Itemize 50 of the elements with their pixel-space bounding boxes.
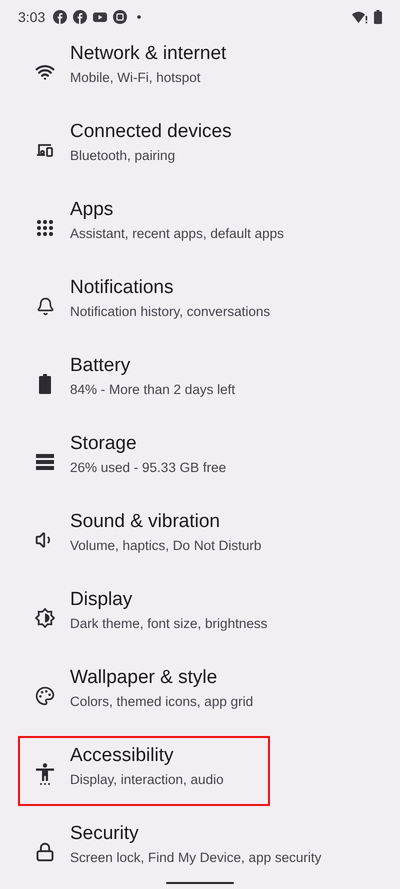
item-title: Wallpaper & style	[70, 666, 218, 690]
grid-icon	[36, 219, 54, 237]
person-icon	[36, 763, 54, 785]
notification-icon	[53, 10, 68, 24]
item-title: Sound & vibration	[70, 510, 221, 534]
storage-icon	[36, 454, 54, 470]
item-title: Apps	[70, 198, 114, 222]
video-icon	[93, 10, 108, 24]
highlighted-settings-item[interactable]: Accessibility Display, interaction, audio	[18, 736, 270, 806]
settings-item[interactable]: Notifications Notification history, conversations	[18, 268, 388, 338]
lock-icon	[35, 842, 55, 862]
item-title: Accessibility	[70, 744, 174, 768]
item-subtitle: Bluetooth, pairing	[70, 147, 176, 165]
item-subtitle: Dark theme, font size, brightness	[70, 615, 268, 633]
settings-item[interactable]: Storage 26% used - 95.33 GB free	[18, 424, 388, 494]
item-title: Notifications	[70, 276, 174, 300]
wifi-icon	[35, 62, 55, 82]
settings-item[interactable]: Sound & vibration Volume, haptics, Do Not Disturb	[18, 502, 388, 572]
item-subtitle: Colors, themed icons, app grid	[70, 693, 254, 711]
item-subtitle: Screen lock, Find My Device, app security	[70, 849, 322, 867]
battery-icon	[39, 374, 51, 394]
status-time: 3:03	[18, 9, 46, 25]
palette-icon	[35, 686, 55, 706]
gesture-handle[interactable]	[166, 882, 234, 884]
battery-icon	[374, 10, 382, 24]
settings-item[interactable]: Battery 84% - More than 2 days left	[18, 346, 388, 416]
item-subtitle: 84% - More than 2 days left	[70, 381, 236, 399]
item-title: Display	[70, 588, 134, 612]
item-subtitle: 26% used - 95.33 GB free	[70, 459, 226, 477]
item-subtitle: Volume, haptics, Do Not Disturb	[70, 537, 262, 555]
item-title: Connected devices	[70, 120, 232, 144]
settings-item[interactable]: Display Dark theme, font size, brightness	[18, 580, 388, 650]
brightness-icon	[35, 608, 55, 628]
item-title: Storage	[70, 432, 138, 456]
notification-icon	[73, 10, 88, 24]
item-subtitle: Display, interaction, audio	[70, 771, 224, 789]
item-title: Security	[70, 822, 140, 846]
item-subtitle: Notification history, conversations	[70, 303, 270, 321]
item-title: Network & internet	[70, 42, 226, 66]
item-subtitle: Mobile, Wi-Fi, hotspot	[70, 69, 202, 87]
wifi-alert-icon	[352, 10, 368, 24]
app-icon	[113, 10, 128, 24]
settings-item[interactable]: Network & internet Mobile, Wi-Fi, hotspot	[18, 34, 388, 104]
bell-icon	[36, 296, 54, 316]
settings-item[interactable]: Apps Assistant, recent apps, default apps	[18, 190, 388, 260]
settings-item[interactable]: Security Screen lock, Find My Device, app security	[18, 814, 388, 884]
item-title: Battery	[70, 354, 132, 378]
item-subtitle: Assistant, recent apps, default apps	[70, 225, 284, 243]
settings-item[interactable]: Wallpaper & style Colors, themed icons, app grid	[18, 658, 388, 728]
settings-item[interactable]: Connected devices Bluetooth, pairing	[18, 112, 388, 182]
